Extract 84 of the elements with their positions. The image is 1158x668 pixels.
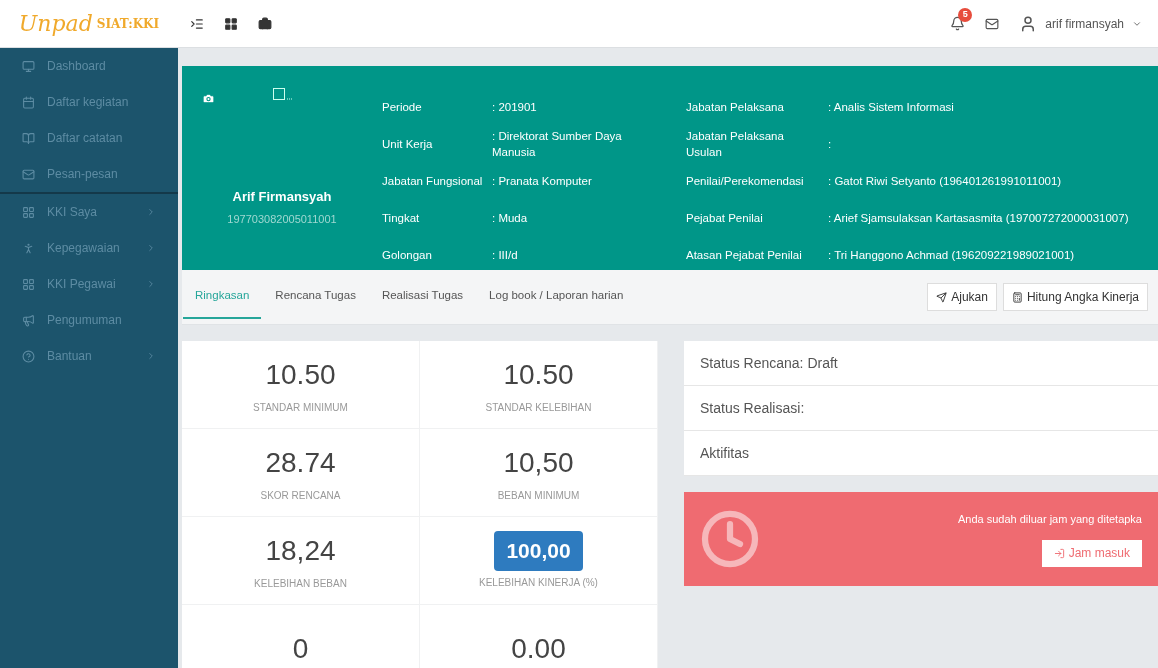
field-value: : Pranata Komputer bbox=[492, 173, 593, 189]
grid-icon[interactable] bbox=[224, 16, 238, 31]
clock-in-button[interactable]: Jam masuk bbox=[1041, 539, 1142, 567]
notification-bell-icon[interactable] bbox=[950, 16, 966, 31]
clock-icon bbox=[700, 509, 760, 569]
stat-value: 0 bbox=[292, 631, 309, 666]
sidebar-item[interactable]: KKI Saya bbox=[0, 194, 178, 230]
field-label: Golongan bbox=[382, 247, 433, 263]
tab[interactable]: Realisasi Tugas bbox=[369, 275, 476, 319]
field-label: Jabatan Fungsional bbox=[382, 173, 484, 189]
stat-label: BEBAN MINIMUM bbox=[497, 489, 580, 503]
stat-value: 18,24 bbox=[265, 534, 336, 568]
tab[interactable]: Log book / Laporan harian bbox=[477, 275, 636, 319]
megaphone-icon bbox=[22, 313, 35, 327]
sidebar-item[interactable]: Daftar catatan bbox=[0, 120, 178, 156]
stat-label: STANDAR KELEBIHAN bbox=[485, 401, 592, 415]
field-label: Jabatan Pelaksana bbox=[686, 99, 785, 115]
chevron-icon bbox=[146, 279, 156, 289]
stat-value: 28.74 bbox=[265, 446, 336, 480]
logo-product: SIAT:KKI bbox=[96, 15, 160, 33]
field-label: Penilai/Perekomendasi bbox=[686, 173, 805, 189]
tab[interactable]: Rencana Tugas bbox=[263, 275, 368, 319]
field-value: : bbox=[828, 136, 833, 152]
chevron-icon bbox=[146, 351, 156, 361]
field-value: : III/d bbox=[492, 247, 519, 263]
book-icon bbox=[22, 131, 35, 145]
field-value: : Muda bbox=[492, 210, 529, 226]
status-text: Status Realisasi: bbox=[700, 398, 805, 418]
grid-icon bbox=[22, 205, 35, 219]
sidebar-item[interactable]: Kepegawaian bbox=[0, 230, 178, 266]
stat-value: 10,50 bbox=[503, 446, 574, 480]
stat-label: STANDAR MINIMUM bbox=[253, 401, 348, 415]
sidebar-item[interactable]: KKI Pegawai bbox=[0, 266, 178, 302]
briefcase-icon[interactable] bbox=[258, 16, 272, 31]
broken-image-icon bbox=[273, 88, 293, 100]
tab[interactable]: Ringkasan bbox=[183, 275, 262, 319]
camera-icon[interactable] bbox=[202, 92, 215, 105]
chevron-icon bbox=[146, 207, 156, 217]
sidebar-item[interactable]: Dashboard bbox=[0, 48, 178, 84]
action-button[interactable]: Hitung Angka Kinerja bbox=[1002, 283, 1148, 311]
profile-nip: 197703082005011001 bbox=[226, 211, 338, 227]
field-value: : Tri Hanggono Achmad (196209221989021001) bbox=[828, 247, 1076, 263]
field-label: Pejabat Penilai bbox=[686, 210, 764, 226]
help-icon bbox=[22, 349, 35, 363]
stat-value: 10.50 bbox=[265, 358, 336, 392]
stat-label: SKOR RENCANA bbox=[260, 489, 341, 503]
status-text: Aktifitas bbox=[700, 443, 749, 463]
field-label: Unit Kerja bbox=[382, 136, 434, 152]
menu-icon[interactable] bbox=[190, 16, 204, 31]
sidebar-item[interactable]: Daftar kegiatan bbox=[0, 84, 178, 120]
send-icon bbox=[936, 291, 948, 303]
stat-label: KELEBIHAN KINERJA (%) bbox=[479, 575, 598, 590]
sidebar-item[interactable]: Bantuan bbox=[0, 338, 178, 374]
monitor-icon bbox=[22, 59, 35, 73]
stat-value: 100,00 bbox=[494, 531, 583, 571]
calendar-icon bbox=[22, 95, 35, 109]
sidebar-item[interactable]: Pengumuman bbox=[0, 302, 178, 338]
field-value: : Arief Sjamsulaksan Kartasasmita (197007272000031007) bbox=[828, 210, 1130, 226]
field-label: Periode bbox=[382, 99, 423, 115]
field-value: : Analis Sistem Informasi bbox=[828, 99, 955, 115]
field-value: : 201901 bbox=[492, 99, 538, 115]
profile-name: Arif Firmansyah bbox=[231, 188, 333, 206]
calculator-icon bbox=[1011, 291, 1023, 303]
stat-value: 0.00 bbox=[511, 631, 566, 666]
field-label: Atasan Pejabat Penilai bbox=[686, 247, 803, 263]
action-button[interactable]: Ajukan bbox=[927, 283, 997, 311]
chevron-icon bbox=[146, 243, 156, 253]
sidebar-item[interactable]: Pesan-pesan bbox=[0, 156, 178, 192]
field-label: Tingkat bbox=[382, 210, 421, 226]
envelope-icon bbox=[22, 167, 35, 181]
stat-label: KELEBIHAN BEBAN bbox=[254, 577, 347, 591]
grid-icon bbox=[22, 277, 35, 291]
user-menu[interactable]: arif firmansyah bbox=[1019, 14, 1142, 33]
notification-badge: 5 bbox=[958, 8, 973, 22]
logo-wordmark: Unpad bbox=[18, 12, 93, 35]
login-icon bbox=[1053, 547, 1065, 559]
alert-message: Anda sudah diluar jam yang ditetapka bbox=[957, 512, 1142, 528]
field-value: : Gatot Riwi Setyanto (196401261991011001) bbox=[828, 173, 1063, 189]
mail-icon[interactable] bbox=[985, 16, 1000, 31]
stat-value: 10.50 bbox=[503, 358, 574, 392]
status-text: Status Rencana: Draft bbox=[700, 353, 838, 373]
person-icon bbox=[22, 241, 35, 255]
field-label: Jabatan Pelaksana Usulan bbox=[686, 128, 785, 160]
field-value: : Direktorat Sumber Daya Manusia bbox=[492, 128, 623, 160]
